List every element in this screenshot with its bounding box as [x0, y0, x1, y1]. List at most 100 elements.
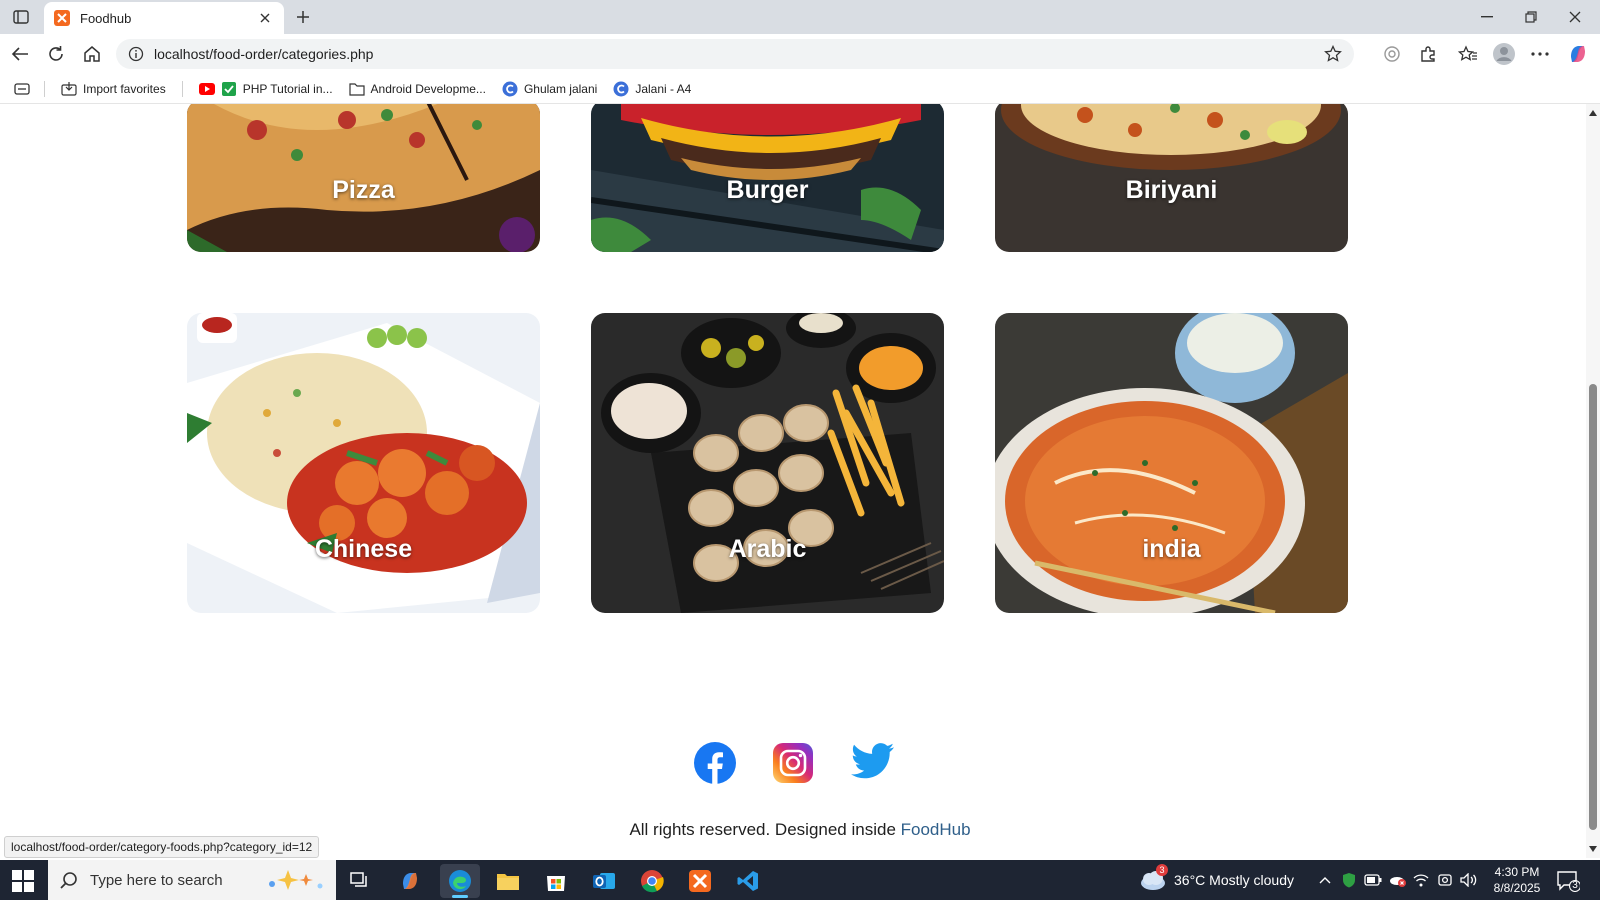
tab-actions-icon[interactable] [10, 7, 32, 27]
page-scrollbar[interactable] [1586, 104, 1600, 858]
xampp-icon[interactable] [680, 864, 720, 898]
bookmark-ghulam-jalani[interactable]: Ghulam jalani [502, 81, 597, 97]
category-card-arabic[interactable]: Arabic [591, 313, 944, 613]
folder-icon [348, 81, 365, 97]
active-app-indicator [452, 895, 468, 898]
profile-avatar-icon[interactable] [1490, 42, 1518, 66]
instagram-icon [773, 743, 813, 783]
wifi-icon[interactable] [1412, 871, 1430, 889]
edge-taskbar-icon[interactable] [440, 864, 480, 898]
chrome-icon[interactable] [632, 864, 672, 898]
clock-time: 4:30 PM [1494, 865, 1540, 879]
file-explorer-icon[interactable] [488, 864, 528, 898]
category-card-biriyani[interactable]: Biriyani [995, 104, 1348, 252]
bookmark-separator [181, 80, 183, 97]
facebook-link[interactable] [694, 742, 736, 784]
bookmark-php-tutorial[interactable]: PHP Tutorial in... [198, 81, 333, 97]
favorite-star-icon[interactable] [1324, 44, 1342, 63]
footer-brand-link[interactable]: FoodHub [901, 820, 971, 839]
camera-privacy-icon[interactable] [1436, 871, 1454, 889]
clock-date: 8/8/2025 [1493, 881, 1541, 895]
outlook-icon[interactable] [584, 864, 624, 898]
windows-start-icon[interactable] [12, 870, 34, 892]
checkbox-icon [221, 81, 237, 97]
category-card-pizza[interactable]: Pizza [187, 104, 540, 252]
indian-food-image [995, 313, 1348, 613]
bookmark-jalani-a4[interactable]: Jalani - A4 [613, 81, 691, 97]
minimize-icon[interactable] [1474, 4, 1500, 30]
close-tab-icon[interactable] [256, 9, 274, 27]
browser-essentials-icon[interactable] [1380, 42, 1404, 66]
bookmark-separator [44, 80, 45, 97]
xampp-favicon-icon [54, 10, 70, 26]
browser-toolbar: localhost/food-order/categories.php [0, 34, 1600, 74]
search-placeholder: Type here to search [90, 871, 223, 889]
copilot-icon[interactable] [1566, 42, 1590, 66]
show-hidden-icons-chevron-icon[interactable] [1316, 871, 1334, 889]
cloudy-weather-icon: 3 [1138, 864, 1168, 890]
arabic-food-image [591, 313, 944, 613]
volume-icon[interactable] [1460, 871, 1478, 889]
category-label: Arabic [728, 535, 807, 563]
facebook-icon [694, 742, 736, 784]
bookmark-label: Ghulam jalani [523, 81, 598, 96]
category-card-chinese[interactable]: Chinese [187, 313, 540, 613]
category-label: Pizza [332, 176, 395, 204]
twitter-icon [851, 743, 894, 779]
twitter-link[interactable] [851, 742, 895, 784]
instagram-link[interactable] [773, 743, 813, 783]
scroll-up-icon[interactable] [1588, 108, 1598, 118]
taskbar-clock[interactable]: 4:30 PM 8/8/2025 [1488, 864, 1546, 896]
bookmarks-bar: Import favorites PHP Tutorial in... Andr… [0, 74, 1600, 104]
url-text: localhost/food-order/categories.php [154, 46, 374, 62]
bookmark-label: Jalani - A4 [635, 81, 692, 96]
category-card-india[interactable]: india [995, 313, 1348, 613]
security-shield-icon[interactable] [1340, 871, 1358, 889]
bookmark-label: PHP Tutorial in... [242, 81, 333, 96]
youtube-icon [198, 81, 215, 97]
notification-count: 3 [1572, 880, 1578, 891]
import-icon [61, 81, 77, 97]
bookmarks-menu-icon[interactable] [14, 82, 30, 95]
search-icon [60, 872, 77, 889]
scrollbar-thumb[interactable] [1589, 384, 1597, 830]
more-options-icon[interactable] [1528, 42, 1552, 66]
taskbar-search-box[interactable]: Type here to search [48, 860, 336, 900]
restore-icon[interactable] [1518, 4, 1544, 30]
circle-c-icon [502, 81, 518, 97]
weather-widget[interactable]: 3 36°C Mostly cloudy [1138, 864, 1294, 890]
category-card-burger[interactable]: Burger [591, 104, 944, 252]
vscode-icon[interactable] [728, 864, 768, 898]
new-tab-icon[interactable] [292, 6, 314, 28]
weather-text: 36°C Mostly cloudy [1174, 872, 1294, 888]
favorites-icon[interactable] [1456, 42, 1480, 66]
browser-tab[interactable]: Foodhub [44, 2, 284, 34]
windows-taskbar: Type here to search 3 36°C Mostly cloudy… [0, 860, 1600, 900]
refresh-icon[interactable] [44, 42, 68, 66]
close-window-icon[interactable] [1562, 4, 1588, 30]
bookmark-label: Import favorites [83, 81, 166, 96]
address-bar[interactable]: localhost/food-order/categories.php [116, 39, 1354, 69]
notification-center-icon[interactable]: 3 [1556, 870, 1582, 893]
chinese-food-image [187, 313, 540, 613]
bookmark-android-development[interactable]: Android Developme... [348, 81, 486, 97]
task-view-icon[interactable] [340, 864, 380, 898]
extensions-icon[interactable] [1416, 42, 1440, 66]
scroll-down-icon[interactable] [1588, 844, 1598, 854]
browser-titlebar: Foodhub [0, 0, 1600, 34]
battery-icon[interactable] [1364, 871, 1382, 889]
sparkle-decoration-icon [269, 870, 323, 890]
home-icon[interactable] [80, 42, 104, 66]
tab-title: Foodhub [80, 10, 132, 26]
bookmark-import-favorites[interactable]: Import favorites [61, 81, 166, 97]
weather-alert-badge: 3 [1156, 864, 1168, 876]
site-info-icon[interactable] [128, 46, 144, 62]
bookmark-label: Android Developme... [370, 81, 486, 96]
back-icon[interactable] [8, 42, 32, 66]
category-label: Burger [726, 176, 809, 204]
footer-text: All rights reserved. Designed inside [629, 820, 901, 839]
copilot-taskbar-icon[interactable] [390, 864, 430, 898]
onedrive-error-icon[interactable] [1388, 871, 1406, 889]
category-label: Biriyani [1125, 176, 1218, 204]
microsoft-store-icon[interactable] [536, 864, 576, 898]
